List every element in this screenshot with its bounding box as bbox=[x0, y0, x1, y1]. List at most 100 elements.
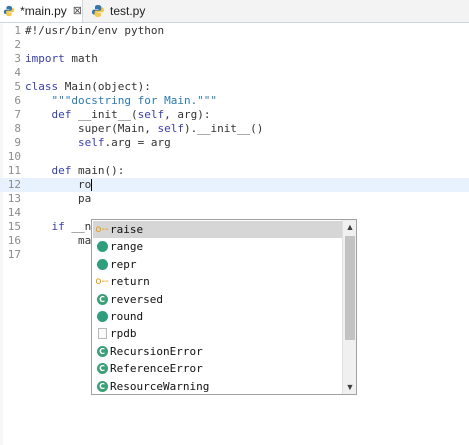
completion-item[interactable]: C RecursionError bbox=[93, 343, 343, 360]
class-icon: C bbox=[96, 380, 108, 392]
code-token: class bbox=[25, 80, 59, 93]
completion-item[interactable]: repr bbox=[93, 256, 343, 273]
keyword-icon: o‑‑ bbox=[95, 276, 109, 288]
close-tab-icon[interactable]: ⊠ bbox=[73, 6, 82, 17]
class-icon: C bbox=[96, 293, 108, 305]
completion-item[interactable]: Creversed bbox=[93, 291, 343, 308]
code-line[interactable]: 4 bbox=[0, 66, 469, 80]
code-line[interactable]: 9 self.arg = arg bbox=[0, 136, 469, 150]
completion-label: reversed bbox=[110, 292, 163, 306]
line-number: 13 bbox=[7, 192, 21, 205]
code-token: __init__( bbox=[71, 108, 138, 121]
code-token: import bbox=[25, 52, 65, 65]
code-line[interactable]: 14 bbox=[0, 206, 469, 220]
code-line[interactable]: 12 ro bbox=[0, 178, 469, 192]
code-editor[interactable]: 1 #!/usr/bin/env python 2 3 import math 4 5 cla… bbox=[0, 23, 469, 445]
code-token: Main(object): bbox=[58, 80, 151, 93]
code-text: #!/usr/bin/env python bbox=[25, 24, 164, 38]
autocomplete-popup[interactable]: o‑‑ raise range repr o‑‑ return Creversed round… bbox=[91, 219, 357, 395]
code-text: if __n bbox=[25, 220, 92, 234]
code-token: pa bbox=[25, 192, 92, 205]
scroll-down-arrow-icon[interactable]: ▼ bbox=[343, 380, 356, 394]
line-number: 5 bbox=[14, 80, 21, 93]
code-line[interactable]: 10 bbox=[0, 150, 469, 164]
function-icon bbox=[96, 311, 108, 323]
code-line[interactable]: 8 super(Main, self).__init__() bbox=[0, 122, 469, 136]
code-token: ).__init__() bbox=[183, 122, 264, 135]
code-token: self bbox=[157, 122, 184, 135]
code-text: pa bbox=[25, 192, 91, 206]
code-text: self.arg = arg bbox=[25, 136, 171, 150]
code-token: super(Main, bbox=[25, 122, 158, 135]
function-icon bbox=[96, 258, 108, 270]
code-token: math bbox=[64, 52, 98, 65]
code-line[interactable]: 6 """docstring for Main.""" bbox=[0, 94, 469, 108]
line-number: 11 bbox=[7, 164, 21, 177]
code-text: super(Main, self).__init__() bbox=[25, 122, 263, 136]
class-icon: C bbox=[96, 363, 108, 375]
completion-item[interactable]: o‑‑ return bbox=[93, 273, 343, 290]
code-token: self bbox=[137, 108, 165, 121]
line-number: 9 bbox=[14, 136, 21, 149]
editor-tab-bar: *main.py ⊠ test.py bbox=[0, 0, 469, 23]
code-text: ro bbox=[25, 178, 91, 192]
code-token: ro bbox=[25, 178, 92, 191]
code-line[interactable]: 1 #!/usr/bin/env python bbox=[0, 24, 469, 38]
code-line[interactable]: 11 def main(): bbox=[0, 164, 469, 178]
python-file-icon bbox=[3, 5, 15, 17]
code-token: , arg): bbox=[164, 108, 211, 121]
keyword-icon: o‑‑ bbox=[95, 224, 109, 235]
code-token: __n bbox=[64, 220, 92, 233]
class-icon: C bbox=[96, 345, 108, 357]
code-text: class Main(object): bbox=[25, 80, 151, 94]
code-line[interactable]: 7 def __init__(self, arg): bbox=[0, 108, 469, 122]
code-token: .arg = arg bbox=[104, 136, 171, 149]
completion-item[interactable]: range bbox=[93, 238, 343, 255]
line-number: 12 bbox=[7, 178, 21, 191]
completion-label: rpdb bbox=[110, 327, 137, 341]
line-number: 15 bbox=[7, 220, 21, 233]
line-number: 8 bbox=[14, 122, 21, 135]
scroll-up-arrow-icon[interactable]: ▲ bbox=[343, 220, 356, 234]
completion-label: range bbox=[110, 240, 144, 254]
code-text: def __init__(self, arg): bbox=[25, 108, 211, 122]
code-text: import math bbox=[25, 52, 98, 66]
completion-label: RecursionError bbox=[110, 344, 203, 358]
line-number: 16 bbox=[7, 234, 21, 247]
completion-item[interactable]: o‑‑ raise bbox=[93, 221, 343, 238]
tab-main-py[interactable]: *main.py ⊠ bbox=[0, 0, 83, 22]
line-number: 1 bbox=[14, 24, 21, 37]
code-token: self bbox=[77, 136, 105, 149]
code-line[interactable]: 13 pa bbox=[0, 192, 469, 206]
code-line[interactable]: 5 class Main(object): bbox=[0, 80, 469, 94]
line-number: 17 bbox=[7, 248, 21, 261]
code-line[interactable]: 3 import math bbox=[0, 52, 469, 66]
completion-item[interactable]: C ResourceWarning bbox=[93, 378, 343, 394]
completion-label: return bbox=[110, 275, 150, 289]
file-icon bbox=[96, 328, 108, 340]
tab-label: test.py bbox=[110, 4, 146, 18]
tab-label: *main.py bbox=[20, 4, 67, 18]
text-caret bbox=[91, 179, 92, 191]
completion-label: ResourceWarning bbox=[110, 379, 210, 393]
line-number: 7 bbox=[14, 108, 21, 121]
tab-test-py[interactable]: test.py bbox=[88, 0, 158, 22]
scrollbar-thumb[interactable] bbox=[345, 236, 355, 340]
completion-label: raise bbox=[110, 223, 144, 236]
code-text: ma bbox=[25, 234, 91, 248]
completion-item[interactable]: rpdb bbox=[93, 325, 343, 342]
completion-item[interactable]: round bbox=[93, 308, 343, 325]
completion-label: ReferenceError bbox=[110, 362, 203, 376]
line-number: 4 bbox=[14, 66, 21, 79]
code-token: ma bbox=[25, 234, 92, 247]
completion-label: repr bbox=[110, 257, 137, 271]
popup-scrollbar[interactable]: ▲ ▼ bbox=[342, 220, 356, 394]
code-text: def main(): bbox=[25, 164, 125, 178]
code-line[interactable]: 2 bbox=[0, 38, 469, 52]
line-number: 2 bbox=[14, 38, 21, 51]
completion-item[interactable]: C ReferenceError bbox=[93, 360, 343, 377]
